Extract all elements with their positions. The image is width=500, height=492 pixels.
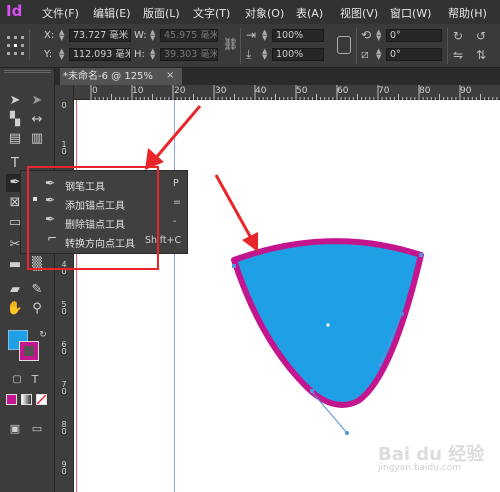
anchor-point[interactable] <box>419 253 423 257</box>
baidu-watermark-url: jingyan.baidu.com <box>378 463 462 473</box>
flyout-shortcut: P <box>173 178 179 189</box>
annotation-arrow <box>214 174 258 252</box>
highlight-box <box>27 166 159 270</box>
flyout-shortcut: - <box>173 216 177 227</box>
anchor-point[interactable] <box>310 389 314 393</box>
flyout-shortcut: = <box>173 197 181 208</box>
triangle-shape[interactable] <box>231 238 424 408</box>
direction-point[interactable] <box>400 312 404 316</box>
annotation-arrow <box>145 105 202 170</box>
center-point <box>326 323 330 327</box>
direction-point[interactable] <box>378 363 382 367</box>
anchor-point[interactable] <box>232 264 236 268</box>
direction-point[interactable] <box>345 431 349 435</box>
